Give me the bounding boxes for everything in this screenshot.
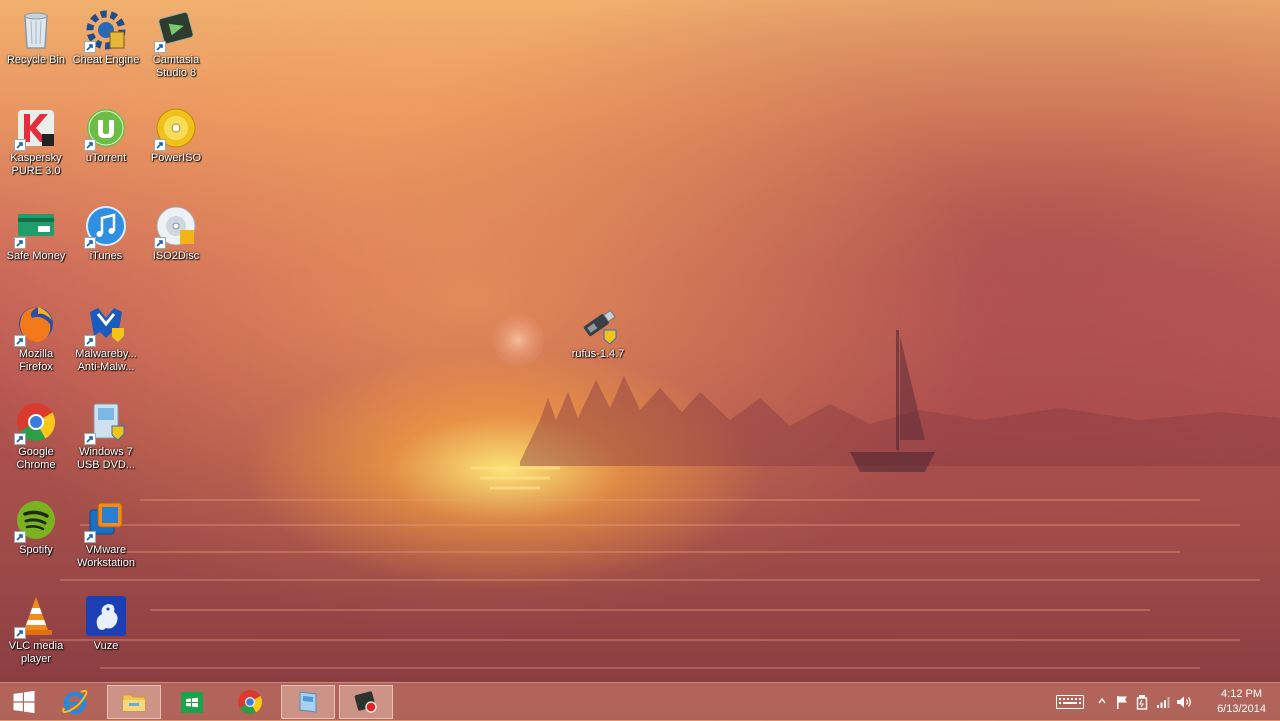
desktop-icon-utorrent[interactable]: uTorrent <box>70 102 142 190</box>
shortcut-arrow-icon <box>84 41 96 53</box>
shortcut-arrow-icon <box>84 139 96 151</box>
desktop-icon-vmware-workstation[interactable]: VMware Workstation <box>70 494 142 582</box>
shortcut-arrow-icon <box>14 139 26 151</box>
windows-usb-dvd-tool-icon <box>299 691 317 713</box>
vuze-frog-icon <box>84 594 128 638</box>
desktop-icon-itunes[interactable]: iTunes <box>70 200 142 288</box>
malwarebytes-icon <box>84 302 128 347</box>
clock-time: 4:12 PM <box>1221 688 1263 700</box>
desktop-icon-kaspersky-pure[interactable]: Kaspersky PURE 3.0 <box>0 102 72 190</box>
start-button[interactable] <box>0 685 48 719</box>
spotify-icon <box>14 498 58 543</box>
desktop-icon-google-chrome[interactable]: Google Chrome <box>0 396 72 484</box>
taskbar-internet-explorer[interactable] <box>48 685 102 719</box>
clock[interactable]: 4:12 PM 6/13/2014 <box>1217 687 1266 717</box>
shortcut-arrow-icon <box>84 531 96 543</box>
desktop-icon-windows-7-usb-dvd[interactable]: Windows 7 USB DVD... <box>70 396 142 484</box>
desktop-icon-safe-money[interactable]: Safe Money <box>0 200 72 288</box>
taskbar-file-explorer[interactable] <box>107 685 161 719</box>
network-icon[interactable] <box>1156 695 1170 709</box>
taskbar-google-chrome[interactable] <box>223 685 277 719</box>
kaspersky-icon <box>14 106 58 151</box>
shortcut-arrow-icon <box>84 433 96 445</box>
desktop-icon-poweriso[interactable]: PowerISO <box>140 102 212 190</box>
shortcut-arrow-icon <box>14 433 26 445</box>
clock-date: 6/13/2014 <box>1217 703 1266 715</box>
flag-icon[interactable] <box>1116 695 1128 709</box>
iso2disc-icon <box>154 204 198 249</box>
desktop-icon-mozilla-firefox[interactable]: Mozilla Firefox <box>0 298 72 386</box>
desktop-icon-vlc-media-player[interactable]: VLC media player <box>0 590 72 678</box>
shortcut-arrow-icon <box>14 531 26 543</box>
internet-explorer-icon <box>62 689 88 714</box>
desktop-icon-malwarebytes[interactable]: Malwareby... Anti-Malw... <box>70 298 142 386</box>
cheat-engine-icon <box>84 8 128 53</box>
folder-icon <box>122 694 146 712</box>
utorrent-icon <box>84 106 128 151</box>
recycle-bin-icon <box>14 8 58 52</box>
store-icon <box>181 692 203 713</box>
desktop-icon-recycle-bin[interactable]: Recycle Bin <box>0 4 72 92</box>
desktop-icon-camtasia-studio[interactable]: Camtasia Studio 8 <box>140 4 212 92</box>
shortcut-arrow-icon <box>154 41 166 53</box>
desktop-icon-rufus[interactable]: rufus-1.4.7 <box>562 298 634 386</box>
chrome-icon <box>14 400 58 445</box>
chrome-icon <box>238 690 263 715</box>
power-icon[interactable] <box>1136 694 1148 710</box>
vmware-icon <box>84 498 128 543</box>
firefox-icon <box>14 302 58 347</box>
taskbar: 4:12 PM 6/13/2014 <box>0 682 1280 721</box>
shortcut-arrow-icon <box>154 139 166 151</box>
desktop-icon-spotify[interactable]: Spotify <box>0 494 72 582</box>
desktop-icon-vuze[interactable]: Vuze <box>70 590 142 678</box>
windows-usb-dvd-tool-icon <box>84 400 128 445</box>
shortcut-arrow-icon <box>84 335 96 347</box>
shortcut-arrow-icon <box>14 627 26 639</box>
usb-drive-icon <box>576 302 620 346</box>
desktop-icon-iso2disc[interactable]: ISO2Disc <box>140 200 212 288</box>
taskbar-camtasia-recorder[interactable] <box>339 685 393 719</box>
vlc-icon <box>14 594 58 639</box>
camtasia-icon <box>154 8 198 53</box>
shortcut-arrow-icon <box>84 237 96 249</box>
volume-icon[interactable] <box>1176 695 1192 709</box>
show-hidden-icons[interactable] <box>1098 698 1106 704</box>
shortcut-arrow-icon <box>154 237 166 249</box>
itunes-icon <box>84 204 128 249</box>
poweriso-icon <box>154 106 198 151</box>
safe-money-icon <box>14 204 58 249</box>
shortcut-arrow-icon <box>14 237 26 249</box>
shortcut-arrow-icon <box>14 335 26 347</box>
taskbar-windows-store[interactable] <box>165 685 219 719</box>
windows-logo-icon <box>13 690 35 714</box>
camtasia-recorder-icon <box>354 691 377 713</box>
taskbar-windows-7-usb-dvd-tool[interactable] <box>281 685 335 719</box>
keyboard-icon[interactable] <box>1056 695 1084 709</box>
system-tray: 4:12 PM 6/13/2014 <box>1040 683 1280 721</box>
desktop-icon-cheat-engine[interactable]: Cheat Engine <box>70 4 142 92</box>
